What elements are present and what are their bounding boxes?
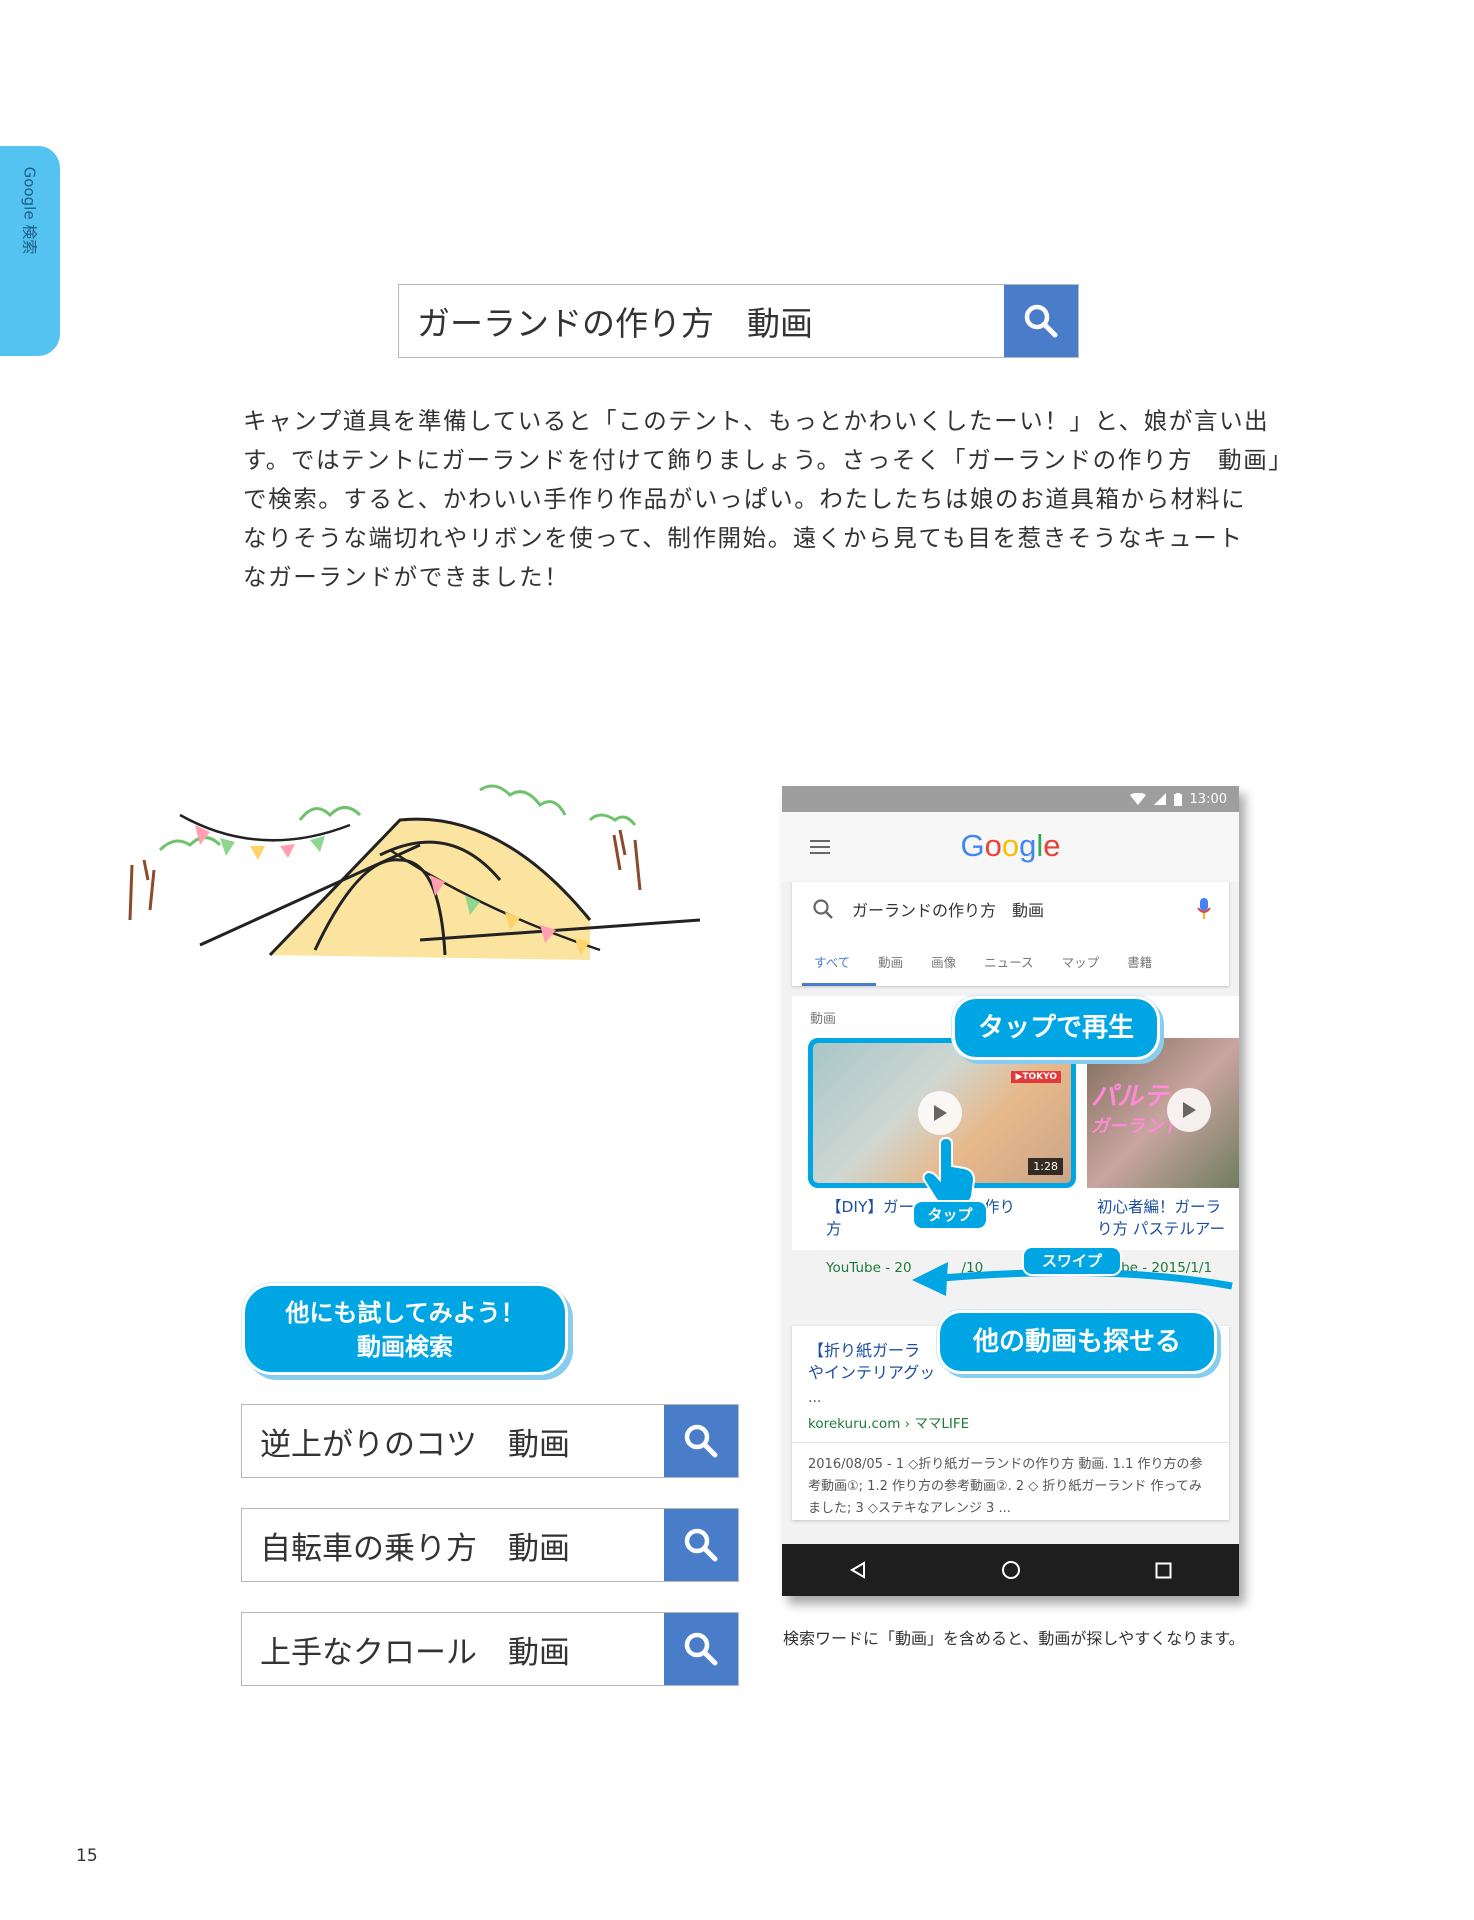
example-search-box: 上手なクロール 動画 [241,1612,739,1686]
tent-garland-illustration [128,784,701,960]
tab-videos[interactable]: 動画 [864,952,917,971]
thumbnail-badge: ▶TOKYO [1011,1071,1061,1083]
result-divider [792,1442,1229,1443]
search-icon [813,899,833,919]
play-icon[interactable] [1167,1088,1211,1132]
app-bar: Google [782,812,1239,882]
body-line: で検索。すると、かわいい手作り作品がいっぱい。わたしたちは娘のお道具箱から材料に [243,485,1247,513]
example-search-box: 自転車の乗り方 動画 [241,1508,739,1582]
status-time: 13:00 [1189,791,1227,807]
signal-icon [1153,793,1166,805]
body-line: す。ではテントにガーランドを付けて飾りましょう。さっそく「ガーランドの作り方 動… [243,446,1294,474]
body-line: なりそうな端切れやリボンを使って、制作開始。遠くから見ても目を惹きそうなキュート [243,524,1244,552]
body-line: キャンプ道具を準備していると「このテント、もっとかわいくしたーい！」と、娘が言い… [243,407,1270,435]
body-line: なガーランドができました！ [243,563,570,591]
phone-search-card: ガーランドの作り方 動画 すべて 動画 画像 ニュース マップ 書籍 [792,882,1229,986]
example-search-query: 自転車の乗り方 動画 [260,1530,570,1567]
active-tab-indicator [802,983,876,986]
find-more-videos-callout: 他の動画も探せる [937,1310,1217,1374]
tab-news[interactable]: ニュース [970,952,1047,971]
tap-to-play-callout: タップで再生 [952,996,1160,1060]
example-search-button [664,1405,738,1477]
tab-all[interactable]: すべて [800,952,864,971]
main-search-query: ガーランドの作り方 動画 [417,304,813,343]
video-thumbnail-2[interactable]: パルテ ガーランド [1087,1038,1239,1188]
recents-icon[interactable] [1155,1562,1172,1579]
try-bubble-line2: 動画検索 [357,1333,453,1361]
search-icon [684,1424,718,1458]
wifi-icon [1129,793,1146,805]
example-search-button [664,1509,738,1581]
play-icon[interactable] [918,1091,962,1135]
microphone-icon[interactable] [1197,898,1211,920]
battery-icon [1173,792,1182,806]
phone-search-field[interactable]: ガーランドの作り方 動画 [792,882,1229,936]
swipe-label: スワイプ [1022,1246,1122,1276]
tab-books[interactable]: 書籍 [1113,952,1166,971]
example-search-button [664,1613,738,1685]
search-tabs: すべて 動画 画像 ニュース マップ 書籍 [792,936,1229,986]
video-title-2[interactable]: 初心者編！ガーラ り方 パステルアー [1097,1196,1239,1240]
main-search-button [1004,285,1078,357]
android-nav-bar [782,1544,1239,1596]
try-video-search-bubble: 他にも試してみよう！ 動画検索 [242,1283,568,1375]
google-logo: Google [960,828,1061,863]
search-icon [684,1632,718,1666]
home-icon[interactable] [1001,1560,1021,1580]
example-search-box: 逆上がりのコツ 動画 [241,1404,739,1478]
body-paragraph: キャンプ道具を準備していると「このテント、もっとかわいくしたーい！」と、娘が言い… [243,402,1294,597]
status-bar: 13:00 [782,786,1239,812]
tap-hand-icon [922,1136,976,1205]
result-ellipsis: ... [808,1390,822,1406]
phone-screenshot: 13:00 Google ガーランドの作り方 動画 すべて 動画 画像 ニュース… [782,786,1239,1596]
main-search-box: ガーランドの作り方 動画 [398,284,1079,358]
tap-label: タップ [912,1200,988,1230]
back-icon[interactable] [849,1561,867,1579]
example-search-query: 逆上がりのコツ 動画 [260,1426,570,1463]
phone-search-query: ガーランドの作り方 動画 [852,901,1045,920]
page-number: 15 [76,1846,98,1866]
videos-section-label: 動画 [810,1012,837,1027]
tab-images[interactable]: 画像 [917,952,970,971]
result-url: korekuru.com › ママLIFE [808,1416,970,1432]
search-icon [684,1528,718,1562]
figure-caption: 検索ワードに「動画」を含めると、動画が探しやすくなります。 [783,1629,1245,1648]
tab-maps[interactable]: マップ [1048,952,1114,971]
example-search-query: 上手なクロール 動画 [260,1634,570,1671]
search-icon [1024,304,1058,338]
result-snippet: 2016/08/05 - 1 ◇折り紙ガーランドの作り方 動画. 1.1 作り方… [808,1457,1203,1516]
video-duration: 1:28 [1028,1158,1063,1175]
try-bubble-line1: 他にも試してみよう！ [285,1299,525,1327]
